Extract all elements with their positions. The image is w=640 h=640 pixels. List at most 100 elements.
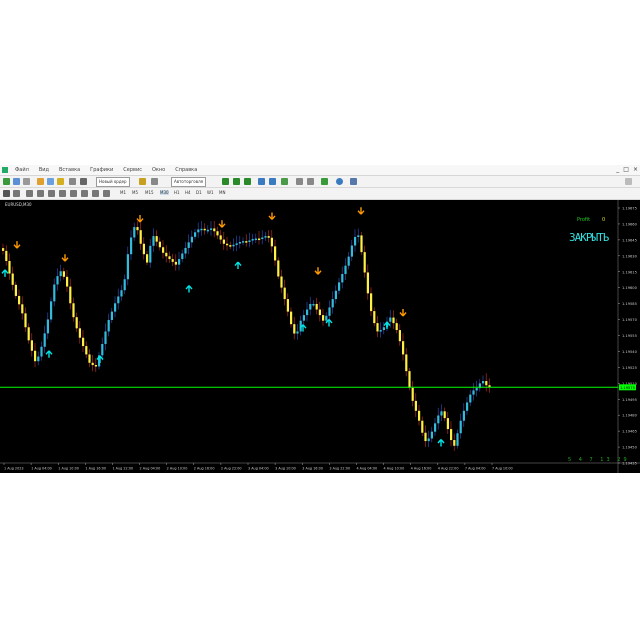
text-tool-icon[interactable] <box>81 190 88 197</box>
bull-candle <box>338 282 341 291</box>
bull-candle <box>350 245 353 257</box>
timeframe-h4[interactable]: H4 <box>185 190 191 195</box>
timeframe-m1[interactable]: M1 <box>120 190 126 195</box>
bull-candle <box>347 256 350 266</box>
close-button[interactable]: × <box>633 166 638 173</box>
vertical-line-icon[interactable] <box>26 190 33 197</box>
profit-value: 0 <box>602 217 606 223</box>
price-tick-label: 1.19480 <box>622 414 638 418</box>
menu-insert[interactable]: Вставка <box>54 165 85 175</box>
timeframe-h1[interactable]: H1 <box>174 190 180 195</box>
meta-editor-icon[interactable] <box>139 178 146 185</box>
new-chart-icon[interactable] <box>3 178 10 185</box>
bear-candle <box>373 311 376 324</box>
bear-candle <box>216 231 219 236</box>
bear-candle <box>155 236 158 242</box>
menu-file[interactable]: Файл <box>10 165 34 175</box>
zoom-out-icon[interactable] <box>269 178 276 185</box>
autotrading-button[interactable]: Автоторговля <box>171 177 207 187</box>
bull-candle <box>472 390 475 395</box>
bear-candle <box>395 323 398 331</box>
new-order-button[interactable]: Новый ордер <box>96 177 130 187</box>
bear-candle <box>27 327 30 341</box>
terminal-icon[interactable] <box>69 178 76 185</box>
bear-candle <box>162 247 165 253</box>
time-tick-label: 3 Aug 04:00 <box>248 467 269 471</box>
bull-candle <box>462 410 465 421</box>
time-tick-label: 4 Aug 16:00 <box>411 467 432 471</box>
bull-candle <box>235 243 238 245</box>
timeframe-d1[interactable]: D1 <box>196 190 202 195</box>
up-arrow-icon <box>234 261 242 270</box>
price-chart: 1.19675 1.19660 1.19645 1.19630 1.19615 1.196… <box>0 200 640 473</box>
bull-candle <box>40 346 43 357</box>
label-tool-icon[interactable] <box>92 190 99 197</box>
zoom-in-icon[interactable] <box>258 178 265 185</box>
channel-icon[interactable] <box>59 190 66 197</box>
candlestick-icon[interactable] <box>233 178 240 185</box>
timeframe-m15[interactable]: M15 <box>145 190 154 195</box>
bear-candle <box>88 354 91 363</box>
bear-candle <box>411 387 414 401</box>
tile-windows-icon[interactable] <box>281 178 288 185</box>
price-tick-label: 1.19570 <box>622 318 638 322</box>
bear-candle <box>360 235 363 253</box>
periods-icon[interactable] <box>336 178 343 185</box>
bear-candle <box>18 295 21 305</box>
menu-charts[interactable]: Графики <box>85 165 118 175</box>
bear-candle <box>203 228 206 231</box>
minimize-button[interactable]: _ <box>616 166 619 173</box>
bear-candle <box>24 313 27 328</box>
down-arrow-icon <box>314 267 322 275</box>
menu-view[interactable]: Вид <box>34 165 54 175</box>
dropdown-icon[interactable] <box>23 178 30 185</box>
trendline-icon[interactable] <box>48 190 55 197</box>
bull-candle <box>149 245 152 263</box>
time-tick-label: 2 Aug 10:00 <box>167 467 188 471</box>
indicators-icon[interactable] <box>321 178 328 185</box>
app-logo-icon <box>2 167 8 173</box>
horizontal-line-icon[interactable] <box>37 190 44 197</box>
time-tick-label: 4 Aug 04:00 <box>356 467 377 471</box>
tester-icon[interactable] <box>80 178 87 185</box>
metaquotes-icon[interactable] <box>151 178 158 185</box>
navigator-icon[interactable] <box>57 178 64 185</box>
time-tick-label: 3 Aug 16:00 <box>302 467 323 471</box>
bull-candle <box>379 330 382 332</box>
bear-candle <box>277 260 280 277</box>
chart-area[interactable]: 1.19675 1.19660 1.19645 1.19630 1.19615 1.196… <box>0 200 640 473</box>
toolbar-options-icon[interactable] <box>625 178 632 185</box>
bear-candle <box>293 324 296 334</box>
bear-candle <box>158 241 161 248</box>
bull-candle <box>325 315 328 321</box>
market-watch-icon[interactable] <box>37 178 44 185</box>
cursor-icon[interactable] <box>3 190 10 197</box>
bar-chart-icon[interactable] <box>222 178 229 185</box>
timeframe-mn[interactable]: MN <box>219 190 225 195</box>
menu-help[interactable]: Справка <box>170 165 202 175</box>
timeframe-w1[interactable]: W1 <box>207 190 214 195</box>
menu-window[interactable]: Окно <box>147 165 170 175</box>
templates-icon[interactable] <box>350 178 357 185</box>
auto-scroll-icon[interactable] <box>296 178 303 185</box>
menu-tools[interactable]: Сервис <box>118 165 147 175</box>
crosshair-icon[interactable] <box>13 190 20 197</box>
line-chart-icon[interactable] <box>244 178 251 185</box>
bull-candle <box>389 317 392 322</box>
arrow-tool-icon[interactable] <box>103 190 110 197</box>
data-window-icon[interactable] <box>47 178 54 185</box>
bull-candle <box>101 343 104 356</box>
timeframe-m5[interactable]: M5 <box>132 190 138 195</box>
bear-candle <box>213 228 216 232</box>
chart-shift-icon[interactable] <box>307 178 314 185</box>
bear-candle <box>398 330 401 342</box>
bear-candle <box>11 273 14 285</box>
down-arrow-icon <box>268 212 276 220</box>
bull-candle <box>37 356 40 362</box>
restore-button[interactable]: □ <box>623 166 629 173</box>
bear-candle <box>421 420 424 433</box>
timeframe-m30[interactable]: M30 <box>160 190 169 195</box>
profiles-icon[interactable] <box>13 178 20 185</box>
bull-candle <box>354 236 357 246</box>
fibonacci-icon[interactable] <box>70 190 77 197</box>
